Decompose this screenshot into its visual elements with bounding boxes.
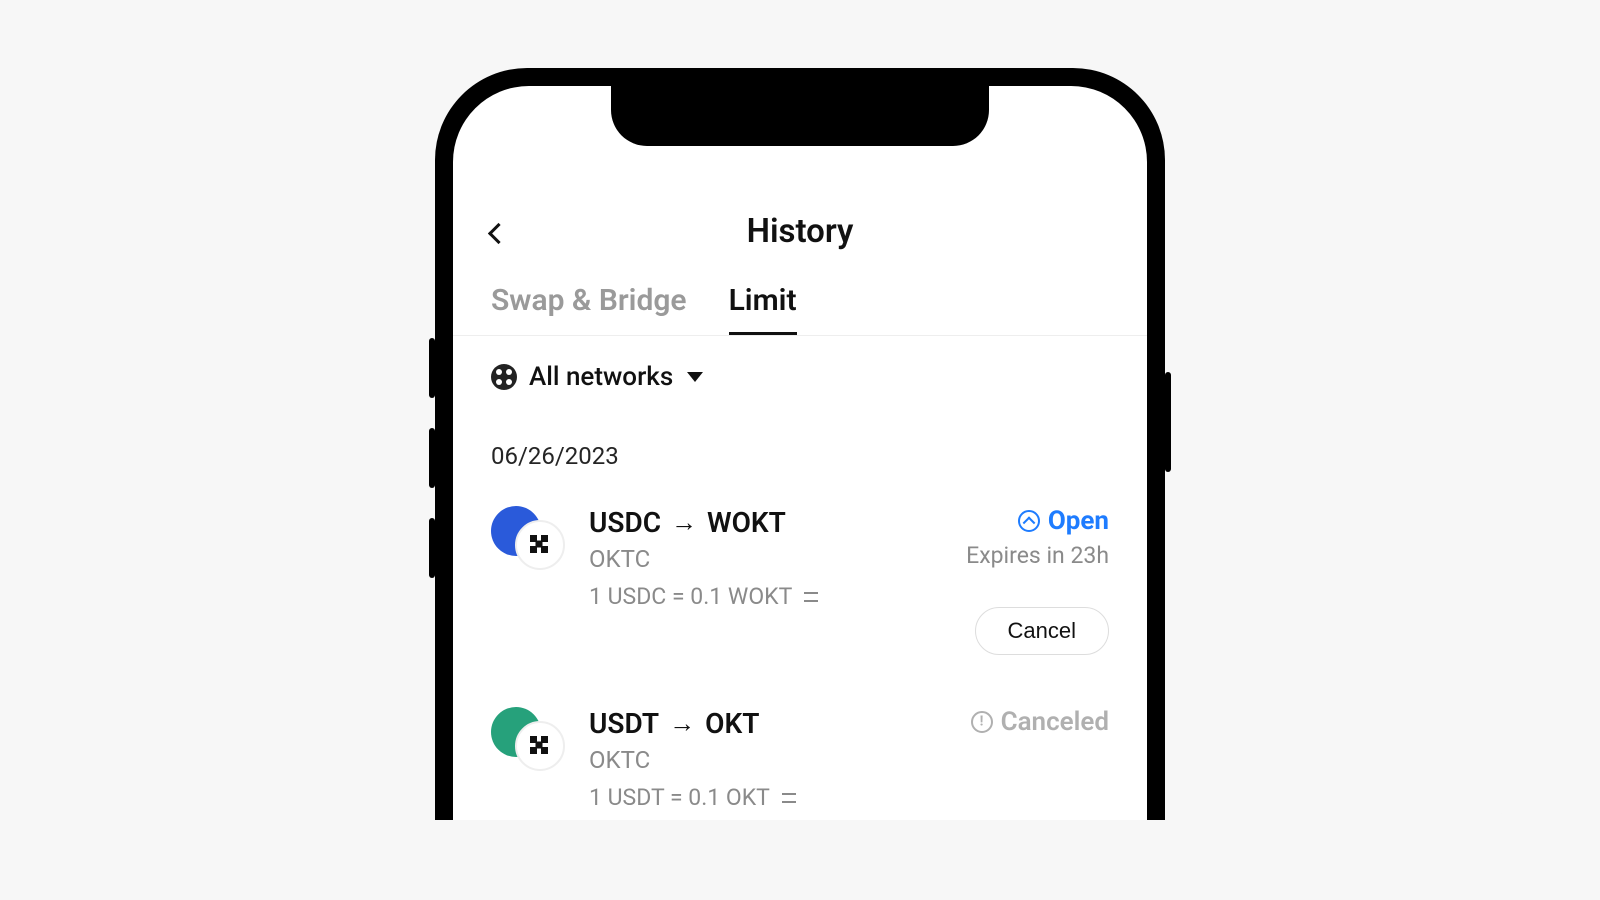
- open-status-icon: [1018, 510, 1040, 532]
- phone-screen: History Swap & Bridge Limit All networks…: [453, 86, 1147, 820]
- from-symbol: USDT: [589, 707, 659, 740]
- pair-label: USDC → WOKT: [589, 506, 944, 539]
- chevron-left-icon: [488, 222, 509, 243]
- cancel-button[interactable]: Cancel: [975, 607, 1109, 655]
- network-filter-label: All networks: [529, 362, 673, 392]
- order-right: Open Expires in 23h Cancel: [966, 506, 1109, 655]
- screen-content: History Swap & Bridge Limit All networks…: [453, 86, 1147, 820]
- to-symbol: OKT: [705, 707, 759, 740]
- status-badge: Canceled: [971, 707, 1109, 737]
- tab-swap-bridge[interactable]: Swap & Bridge: [491, 283, 687, 335]
- back-button[interactable]: [491, 215, 527, 251]
- rate-text: 1 USDC = 0.1 WOKT: [589, 583, 792, 610]
- canceled-status-icon: [971, 711, 993, 733]
- rate-line: 1 USDT = 0.1 OKT: [589, 784, 949, 811]
- pair-icon: [491, 707, 567, 771]
- order-mid: USDT → OKT OKTC 1 USDT = 0.1 OKT: [589, 707, 949, 811]
- phone-frame: History Swap & Bridge Limit All networks…: [435, 68, 1165, 820]
- to-symbol: WOKT: [707, 506, 786, 539]
- chain-label: OKTC: [589, 545, 944, 573]
- to-coin-icon: [515, 520, 565, 570]
- page-title: History: [747, 212, 854, 251]
- order-row[interactable]: USDC → WOKT OKTC 1 USDC = 0.1 WOKT: [453, 482, 1147, 665]
- network-filter[interactable]: All networks: [453, 336, 1147, 402]
- rate-text: 1 USDT = 0.1 OKT: [589, 784, 770, 811]
- chevron-down-icon: [687, 372, 703, 382]
- pair-label: USDT → OKT: [589, 707, 949, 740]
- rate-line: 1 USDC = 0.1 WOKT: [589, 583, 944, 610]
- date-group-label: 06/26/2023: [453, 402, 1147, 482]
- to-coin-icon: [515, 721, 565, 771]
- phone-notch: [611, 86, 989, 146]
- arrow-right-icon: →: [669, 708, 695, 739]
- network-grid-icon: [491, 364, 517, 390]
- order-mid: USDC → WOKT OKTC 1 USDC = 0.1 WOKT: [589, 506, 944, 655]
- status-text: Open: [1048, 506, 1109, 536]
- swap-rate-icon[interactable]: [780, 790, 798, 806]
- expiry-label: Expires in 23h: [966, 542, 1109, 569]
- arrow-right-icon: →: [671, 507, 697, 538]
- nav-bar: History: [453, 201, 1147, 261]
- swap-rate-icon[interactable]: [802, 589, 820, 605]
- tabs-bar: Swap & Bridge Limit: [453, 283, 1147, 336]
- status-badge: Open: [1018, 506, 1109, 536]
- pair-icon: [491, 506, 567, 570]
- app-card: History Swap & Bridge Limit All networks…: [80, 10, 1520, 820]
- from-symbol: USDC: [589, 506, 661, 539]
- tab-limit[interactable]: Limit: [729, 283, 797, 335]
- order-right: Canceled: [971, 707, 1109, 811]
- order-row[interactable]: USDT → OKT OKTC 1 USDT = 0.1 OKT: [453, 683, 1147, 820]
- chain-label: OKTC: [589, 746, 949, 774]
- status-text: Canceled: [1001, 707, 1109, 737]
